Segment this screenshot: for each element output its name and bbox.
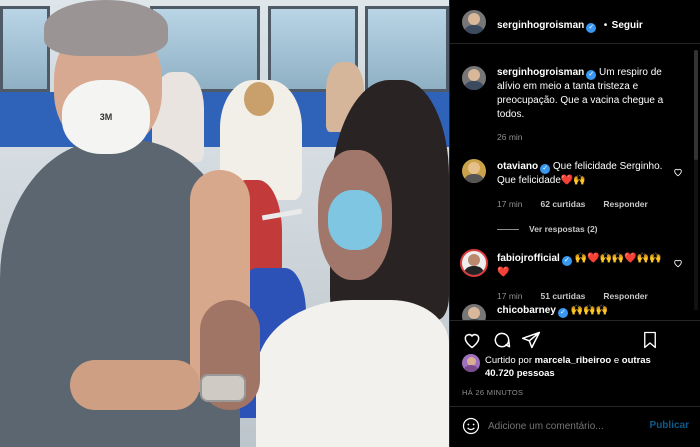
post-header: serginhogroisman ✓ • Seguir bbox=[450, 0, 700, 44]
follow-button[interactable]: Seguir bbox=[612, 20, 643, 31]
comment-username[interactable]: fabiojrofficial bbox=[497, 253, 560, 264]
view-replies[interactable]: Ver respostas (2) bbox=[497, 224, 669, 234]
share-icon[interactable] bbox=[521, 330, 541, 350]
comment-username[interactable]: otaviano bbox=[497, 161, 538, 172]
comment-username[interactable]: chicobarney bbox=[497, 305, 556, 316]
comments-list[interactable]: serginhogroisman ✓ Um respiro de alívio e… bbox=[450, 44, 700, 320]
comment-likes[interactable]: 51 curtidas bbox=[541, 291, 586, 301]
likes-user[interactable]: marcela_ribeiroo bbox=[535, 355, 612, 366]
caption-username[interactable]: serginhogroisman bbox=[497, 67, 584, 78]
nurse-watch bbox=[200, 374, 246, 402]
photo-window bbox=[365, 6, 449, 92]
mask-brand: 3M bbox=[99, 112, 113, 122]
reply-button[interactable]: Responder bbox=[603, 291, 647, 301]
background-person-head bbox=[244, 82, 274, 116]
caption-time[interactable]: 26 min bbox=[497, 132, 683, 142]
comment-bar: Publicar bbox=[450, 406, 700, 447]
publish-button[interactable]: Publicar bbox=[650, 420, 689, 431]
author-avatar[interactable] bbox=[462, 10, 486, 34]
photo-window bbox=[0, 6, 50, 92]
post-photo[interactable]: 3M bbox=[0, 0, 449, 447]
liker-avatar[interactable] bbox=[462, 354, 480, 372]
comment-time[interactable]: 17 min bbox=[497, 199, 523, 209]
comment-icon[interactable] bbox=[492, 330, 512, 350]
comment-input[interactable] bbox=[488, 417, 638, 435]
man-hair bbox=[44, 0, 168, 56]
nurse-mask bbox=[328, 190, 382, 250]
comment-like-icon[interactable] bbox=[673, 258, 683, 268]
verified-icon: ✓ bbox=[557, 308, 568, 318]
comment-item: otaviano ✓ Que felicidade Serginho. Que f… bbox=[497, 160, 669, 234]
commenter-avatar[interactable] bbox=[462, 159, 486, 183]
bookmark-icon[interactable] bbox=[641, 330, 659, 350]
likes-prefix: Curtido por bbox=[485, 355, 532, 366]
verified-icon: ✓ bbox=[540, 164, 551, 174]
nurse-top bbox=[256, 300, 449, 447]
verified-icon: ✓ bbox=[561, 256, 572, 266]
likes-conj: e bbox=[613, 355, 620, 366]
comment-likes[interactable]: 62 curtidas bbox=[541, 199, 586, 209]
comment-like-icon[interactable] bbox=[673, 167, 683, 177]
likes-summary: Curtido por marcela_ribeiroo e outras 40… bbox=[485, 354, 675, 380]
comment-time[interactable]: 17 min bbox=[497, 291, 523, 301]
post-timestamp[interactable]: HÁ 26 MINUTOS bbox=[462, 388, 523, 397]
comment-item: fabiojrofficial ✓ 🙌❤️🙌🙌❤️🙌🙌❤️ 17 min 51 cu… bbox=[497, 252, 669, 301]
verified-icon: ✓ bbox=[586, 23, 597, 33]
verified-icon: ✓ bbox=[586, 70, 597, 80]
commenter-avatar[interactable] bbox=[460, 249, 488, 277]
post-actions: Curtido por marcela_ribeiroo e outras 40… bbox=[450, 320, 700, 410]
author-avatar[interactable] bbox=[462, 66, 486, 90]
comment-item: chicobarney ✓ 🙌🙌🙌 bbox=[497, 304, 669, 318]
author-username[interactable]: serginhogroisman bbox=[497, 20, 584, 31]
commenter-avatar[interactable] bbox=[462, 304, 486, 320]
comment-text: 🙌🙌🙌 bbox=[570, 305, 609, 316]
header-separator: • bbox=[603, 20, 608, 31]
comments-scrollbar[interactable] bbox=[694, 50, 698, 310]
post-side-panel: serginhogroisman ✓ • Seguir serginhogrois… bbox=[449, 0, 700, 447]
post-caption: serginhogroisman ✓ Um respiro de alívio e… bbox=[497, 66, 683, 142]
face-mask: 3M bbox=[62, 80, 150, 154]
heart-icon[interactable] bbox=[462, 330, 482, 350]
man-crossed-arms bbox=[70, 360, 200, 410]
reply-button[interactable]: Responder bbox=[603, 199, 647, 209]
emoji-icon[interactable] bbox=[462, 417, 480, 435]
